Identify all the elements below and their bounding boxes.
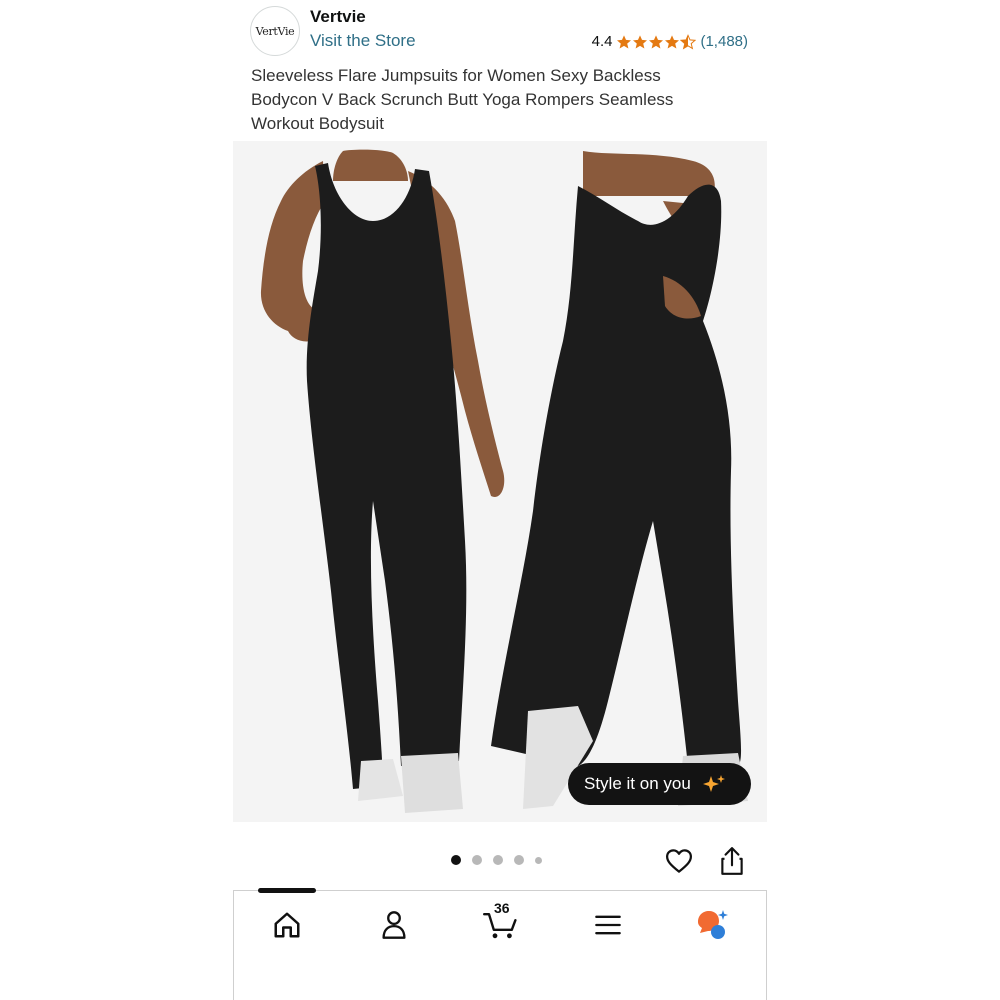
store-name: Vertvie	[310, 7, 366, 26]
star-full-icon	[649, 34, 664, 48]
product-photo	[260, 149, 748, 813]
heart-icon[interactable]	[664, 846, 694, 876]
home-icon	[274, 912, 300, 938]
product-image[interactable]: Style it on you	[233, 141, 767, 822]
rating-count: (1,488)	[700, 33, 748, 50]
assistant-icon	[698, 910, 728, 939]
nav-assistant[interactable]	[692, 905, 732, 945]
product-title: Sleeveless Flare Jumpsuits for Women Sex…	[251, 66, 674, 133]
star-half-icon	[680, 33, 697, 50]
rating[interactable]: 4.4 (1,488)	[592, 33, 748, 50]
carousel-dot[interactable]	[514, 855, 524, 865]
share-icon[interactable]	[719, 846, 745, 876]
carousel-dot-active[interactable]	[451, 855, 461, 865]
store-logo[interactable]: VertVie	[250, 6, 300, 56]
style-button-label: Style it on you	[584, 774, 691, 793]
star-full-icon	[633, 34, 648, 48]
nav-home[interactable]	[267, 905, 307, 945]
nav-active-indicator	[258, 888, 316, 893]
rating-score: 4.4	[591, 33, 613, 50]
style-it-on-you-button[interactable]: Style it on you	[568, 763, 751, 805]
store-logo-text: VertVie	[255, 24, 295, 38]
sparkle-icon	[702, 774, 727, 794]
carousel-dot[interactable]	[535, 856, 542, 864]
carousel-dot[interactable]	[493, 855, 503, 865]
nav-menu[interactable]	[588, 905, 628, 945]
bottom-navigation: 36	[233, 888, 767, 1000]
product-page: VertVie Vertvie Visit the Store 4.4 (1,4…	[233, 0, 767, 1000]
carousel-dots[interactable]	[451, 855, 553, 865]
nav-account[interactable]	[374, 905, 414, 945]
star-full-icon	[665, 34, 680, 48]
star-rating	[616, 33, 697, 50]
cart-count-badge: 36	[494, 900, 510, 916]
account-icon	[382, 911, 406, 939]
carousel-dot[interactable]	[472, 855, 482, 865]
menu-icon	[595, 915, 621, 935]
visit-store-link[interactable]: Visit the Store	[310, 31, 416, 51]
star-full-icon	[617, 34, 632, 48]
